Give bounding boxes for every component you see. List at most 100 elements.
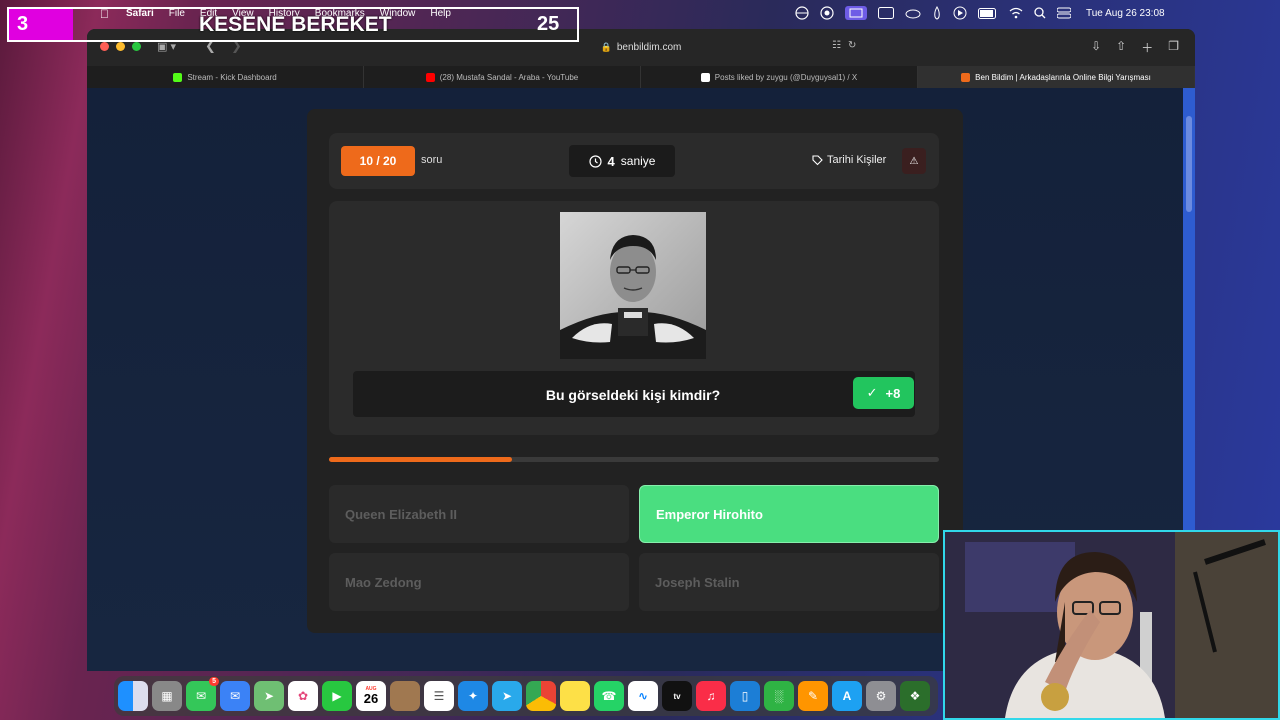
check-icon: ✓	[866, 385, 878, 400]
answer-option[interactable]: Queen Elizabeth II	[329, 485, 629, 543]
download-icon[interactable]: ⇩	[1091, 39, 1101, 56]
tab-label: Stream - Kick Dashboard	[187, 72, 277, 82]
menubar-clock[interactable]: Tue Aug 26 23:08	[1086, 8, 1165, 19]
question-text: Bu görseldeki kişi kimdir?	[545, 387, 721, 403]
toolbar-right: ⇩ ⇧ ＋ ❐	[1091, 39, 1179, 56]
answer-option[interactable]: Mao Zedong	[329, 553, 629, 611]
points-value: +8	[885, 385, 901, 401]
new-tab-icon[interactable]: ＋	[1141, 39, 1153, 56]
scrollbar-thumb[interactable]	[1186, 116, 1192, 212]
battery-icon[interactable]	[978, 7, 998, 19]
whatsapp-icon[interactable]: ☎	[594, 681, 624, 711]
timer-value: 4	[607, 153, 615, 169]
warning-icon: ⚠	[909, 155, 919, 167]
tab-label: (28) Mustafa Sandal - Araba - YouTube	[439, 72, 579, 82]
webcam-feed	[945, 532, 1278, 718]
lock-icon: 🔒	[600, 41, 612, 52]
question-counter: 10 / 20	[341, 146, 415, 176]
finder-icon[interactable]	[118, 681, 148, 711]
quiz-header: 10 / 20 soru 4 saniye Tarihi Kişiler ⚠	[329, 133, 939, 189]
tab-youtube[interactable]: (28) Mustafa Sandal - Araba - YouTube	[364, 66, 641, 88]
overlay-count: 25	[537, 13, 560, 35]
answer-option[interactable]: Joseph Stalin	[639, 553, 939, 611]
tag-icon	[812, 154, 823, 165]
category-label: Tarihi Kişiler	[827, 154, 887, 166]
tab-benbildim[interactable]: Ben Bildim | Arkadaşlarınla Online Bilgi…	[918, 66, 1195, 88]
spotlight-drop-icon[interactable]	[932, 6, 942, 20]
cloud-icon[interactable]	[905, 7, 921, 19]
music-icon[interactable]: ♫	[696, 681, 726, 711]
answer-option[interactable]: Emperor Hirohito	[639, 485, 939, 543]
overlay-number: 3	[9, 9, 73, 40]
progress-fill	[329, 457, 512, 462]
address-actions: ☷ ↻	[832, 40, 856, 51]
translate-icon[interactable]: ☷	[832, 40, 841, 51]
calendar-icon[interactable]: AUG 26	[356, 681, 386, 711]
timer-unit: saniye	[620, 154, 656, 168]
search-icon[interactable]	[1034, 7, 1046, 19]
minimize-button[interactable]	[116, 42, 125, 51]
question-label: soru	[421, 154, 443, 166]
chrome-icon[interactable]	[526, 681, 556, 711]
facetime-icon[interactable]: ▶	[322, 681, 352, 711]
points-badge: ✓ +8	[853, 377, 914, 409]
question-box: Bu görseldeki kişi kimdir? ✓ +8	[329, 201, 939, 435]
kick-icon	[173, 72, 183, 82]
timer: 4 saniye	[569, 145, 675, 177]
pages-icon[interactable]: ✎	[798, 681, 828, 711]
numbers-icon[interactable]: ░	[764, 681, 794, 711]
webcam-overlay	[943, 530, 1280, 720]
tab-label: Ben Bildim | Arkadaşlarınla Online Bilgi…	[975, 72, 1151, 82]
telegram-icon[interactable]: ➤	[492, 681, 522, 711]
category: Tarihi Kişiler	[812, 154, 886, 166]
overlay-title: KESENE BEREKET	[199, 12, 392, 36]
safari-icon[interactable]: ✦	[458, 681, 488, 711]
maps-icon[interactable]: ➤	[254, 681, 284, 711]
tab-bar: Stream - Kick Dashboard (28) Mustafa San…	[87, 66, 1195, 88]
keyboard-icon[interactable]	[878, 7, 894, 19]
window-controls	[100, 42, 141, 51]
screen-share-icon[interactable]	[845, 6, 867, 20]
tab-overview-icon[interactable]: ❐	[1168, 39, 1179, 56]
status-icons: Tue Aug 26 23:08	[795, 6, 1165, 20]
clock-icon	[588, 154, 602, 168]
question-row: Bu görseldeki kişi kimdir? ✓ +8	[353, 371, 915, 417]
launchpad-icon[interactable]: ▦	[152, 681, 182, 711]
report-button[interactable]: ⚠	[902, 148, 926, 174]
mail-icon[interactable]: ✉	[220, 681, 250, 711]
tab-label: Posts liked by zuygu (@Duyguysal1) / X	[714, 72, 858, 82]
url-text: benbildim.com	[616, 41, 682, 53]
dock: ▦ ✉ 5 ✉ ➤ ✿ ▶ AUG 26 ☰ ✦ ➤ ☎ ∿ tv ♫ ▯ ░ …	[114, 676, 938, 716]
appstore-icon[interactable]: A	[832, 681, 862, 711]
messages-badge: 5	[209, 677, 219, 686]
settings-icon[interactable]: ⚙	[866, 681, 896, 711]
app-icon[interactable]: ❖	[900, 681, 930, 711]
portrait-photo	[560, 212, 706, 359]
youtube-icon	[425, 72, 435, 82]
close-button[interactable]	[100, 42, 109, 51]
freeform-icon[interactable]: ∿	[628, 681, 658, 711]
play-icon[interactable]	[953, 6, 967, 20]
stream-overlay: 3 KESENE BEREKET 25	[7, 7, 579, 42]
tab-kick[interactable]: Stream - Kick Dashboard	[87, 66, 364, 88]
messages-icon[interactable]: ✉ 5	[186, 677, 219, 711]
x-icon	[700, 72, 710, 82]
notes-icon[interactable]	[560, 681, 590, 711]
calendar-day: 26	[363, 691, 379, 706]
reminders-icon[interactable]: ☰	[424, 681, 454, 711]
question-image	[560, 212, 706, 359]
share-icon[interactable]: ⇧	[1116, 39, 1126, 56]
control-center-icon[interactable]	[1057, 7, 1071, 19]
benbildim-icon	[961, 72, 971, 82]
wifi-icon[interactable]	[1009, 7, 1023, 19]
appletv-icon[interactable]: tv	[662, 681, 692, 711]
photos-icon[interactable]: ✿	[288, 681, 318, 711]
keynote-icon[interactable]: ▯	[730, 681, 760, 711]
globe-icon[interactable]	[795, 6, 809, 20]
quiz-card: 10 / 20 soru 4 saniye Tarihi Kişiler ⚠ B…	[307, 109, 963, 633]
tab-x[interactable]: Posts liked by zuygu (@Duyguysal1) / X	[641, 66, 918, 88]
reload-icon[interactable]: ↻	[848, 40, 856, 51]
zoom-button[interactable]	[132, 42, 141, 51]
focus-icon[interactable]	[820, 6, 834, 20]
notes-brown-icon[interactable]	[390, 681, 420, 711]
